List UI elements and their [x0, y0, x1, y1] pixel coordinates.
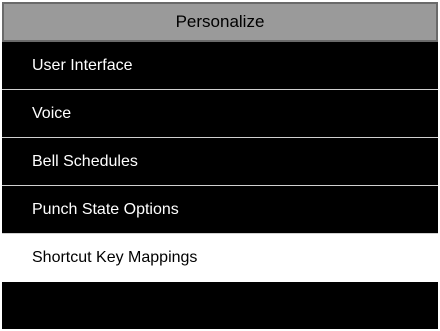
page-title: Personalize — [2, 2, 438, 42]
device-screen: Personalize User Interface Voice Bell Sc… — [0, 0, 440, 331]
menu-item-bell-schedules[interactable]: Bell Schedules — [0, 138, 440, 186]
menu-item-voice[interactable]: Voice — [0, 90, 440, 138]
menu-item-user-interface[interactable]: User Interface — [0, 42, 440, 90]
menu-item-shortcut-key-mappings[interactable]: Shortcut Key Mappings — [0, 234, 440, 282]
menu-item-punch-state-options[interactable]: Punch State Options — [0, 186, 440, 234]
settings-menu: User Interface Voice Bell Schedules Punc… — [0, 42, 440, 282]
